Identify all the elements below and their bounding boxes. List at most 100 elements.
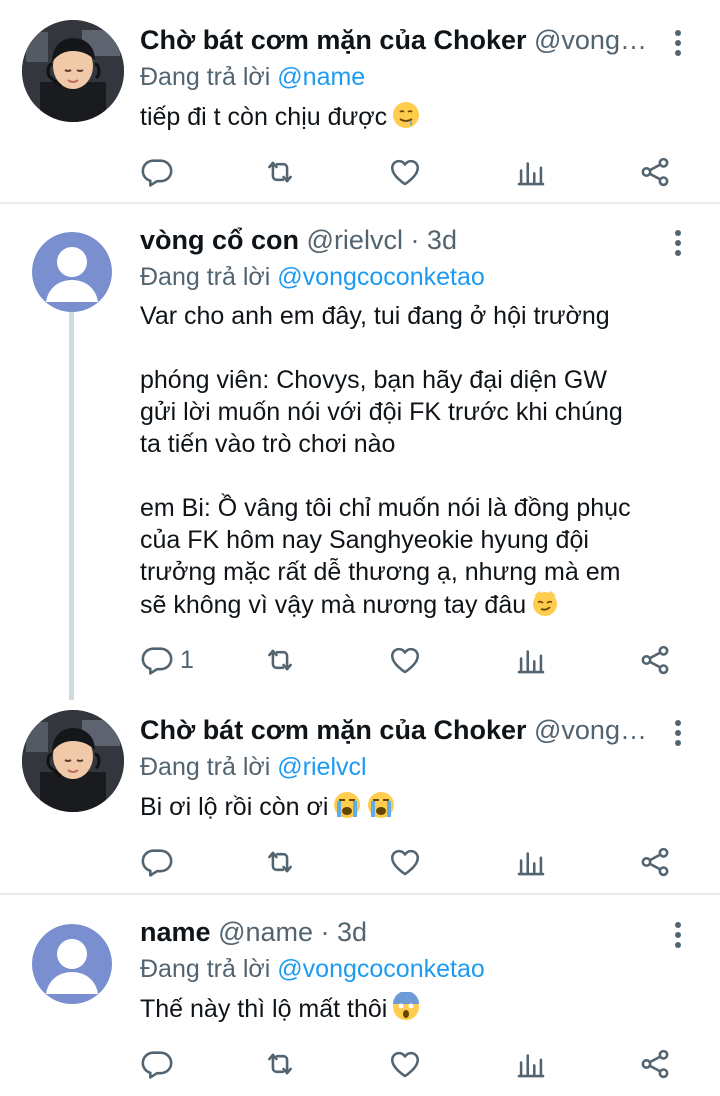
handle-meta: @name · 3d <box>218 917 368 947</box>
drooling-face-emoji <box>393 102 420 128</box>
avatar[interactable] <box>32 232 112 312</box>
reply-button[interactable]: 1 <box>140 640 194 680</box>
mention-link[interactable]: @vongcoconketao <box>277 263 484 291</box>
like-button[interactable] <box>388 1044 422 1084</box>
tweet-paragraph: Var cho anh em đây, tui đang ở hội trườn… <box>140 302 610 330</box>
reply-icon <box>140 155 174 189</box>
share-button[interactable] <box>638 842 672 882</box>
replying-to: Đang trả lời @name <box>140 60 365 94</box>
heart-icon <box>388 643 422 677</box>
tweet-header: name @name · 3d <box>140 912 660 952</box>
avatar-photo <box>22 710 124 812</box>
tweet-paragraph: phóng viên: Chovys, bạn hãy đại diện GW … <box>140 366 623 458</box>
mention-link[interactable]: @rielvcl <box>277 753 366 781</box>
retweet-icon <box>263 155 297 189</box>
action-bar <box>0 842 720 882</box>
avatar-photo <box>22 20 124 122</box>
like-button[interactable] <box>388 842 422 882</box>
tweet-header: vòng cổ con @rielvcl · 3d <box>140 220 660 260</box>
more-options-icon[interactable] <box>666 230 690 260</box>
reply-button[interactable] <box>140 1044 180 1084</box>
mention-link[interactable]: @name <box>277 63 365 91</box>
share-icon <box>638 845 672 879</box>
retweet-icon <box>263 643 297 677</box>
handle-meta: @vongco... <box>534 25 660 55</box>
analytics-button[interactable] <box>514 842 548 882</box>
more-options-icon[interactable] <box>666 30 690 60</box>
retweet-icon <box>263 1047 297 1081</box>
stats-icon <box>514 155 548 189</box>
tweet-3[interactable]: Chờ bát cơm mặn của Choker @vongco... Đa… <box>0 710 720 880</box>
loudly-crying-face-emoji <box>368 792 395 818</box>
stats-icon <box>514 643 548 677</box>
retweet-button[interactable] <box>263 1044 297 1084</box>
action-bar <box>0 152 720 192</box>
handle-meta: @vongco... <box>534 715 660 745</box>
heart-icon <box>388 155 422 189</box>
reply-button[interactable] <box>140 842 180 882</box>
like-button[interactable] <box>388 640 422 680</box>
tweet-paragraph: Bi ơi lộ rồi còn ơi <box>140 793 329 821</box>
tweet-text: Thế này thì lộ mất thôi <box>140 992 700 1025</box>
reply-button[interactable] <box>140 152 180 192</box>
display-name[interactable]: name <box>140 917 211 947</box>
analytics-button[interactable] <box>514 1044 548 1084</box>
retweet-button[interactable] <box>263 152 297 192</box>
replying-prefix: Đang trả lời <box>140 753 271 781</box>
replying-to: Đang trả lời @rielvcl <box>140 750 367 784</box>
tweet-4[interactable]: name @name · 3d Đang trả lời @vongcoconk… <box>0 912 720 1082</box>
share-button[interactable] <box>638 1044 672 1084</box>
reply-icon <box>140 1047 174 1081</box>
tweet-paragraph: tiếp đi t còn chịu được <box>140 103 388 131</box>
tweet-text: tiếp đi t còn chịu được <box>140 100 700 133</box>
display-name[interactable]: Chờ bát cơm mặn của Choker <box>140 715 526 745</box>
default-avatar-icon <box>32 232 112 312</box>
screaming-face-emoji <box>393 992 420 1020</box>
retweet-icon <box>263 845 297 879</box>
replying-prefix: Đang trả lời <box>140 63 271 91</box>
analytics-button[interactable] <box>514 640 548 680</box>
action-bar <box>0 1044 720 1084</box>
retweet-button[interactable] <box>263 842 297 882</box>
heart-icon <box>388 845 422 879</box>
share-icon <box>638 155 672 189</box>
tweet-text: Var cho anh em đây, tui đang ở hội trườn… <box>140 300 700 621</box>
avatar[interactable] <box>22 20 124 122</box>
reply-icon <box>140 845 174 879</box>
share-icon <box>638 643 672 677</box>
avatar[interactable] <box>32 924 112 1004</box>
tweet-paragraph: Thế này thì lộ mất thôi <box>140 995 388 1023</box>
share-button[interactable] <box>638 152 672 192</box>
tweet-1[interactable]: Chờ bát cơm mặn của Choker @vongco... Đa… <box>0 20 720 188</box>
heart-icon <box>388 1047 422 1081</box>
tweet-header: Chờ bát cơm mặn của Choker @vongco... <box>140 710 660 750</box>
tweet-header: Chờ bát cơm mặn của Choker @vongco... <box>140 20 660 60</box>
replying-to: Đang trả lời @vongcoconketao <box>140 260 485 294</box>
avatar[interactable] <box>22 710 124 812</box>
retweet-button[interactable] <box>263 640 297 680</box>
replying-prefix: Đang trả lời <box>140 955 271 983</box>
mention-link[interactable]: @vongcoconketao <box>277 955 484 983</box>
display-name[interactable]: Chờ bát cơm mặn của Choker <box>140 25 526 55</box>
tweet-text: Bi ơi lộ rồi còn ơi <box>140 790 700 823</box>
share-icon <box>638 1047 672 1081</box>
tweet-2[interactable]: vòng cổ con @rielvcl · 3d Đang trả lời @… <box>0 220 720 690</box>
analytics-button[interactable] <box>514 152 548 192</box>
stats-icon <box>514 845 548 879</box>
replying-to: Đang trả lời @vongcoconketao <box>140 952 485 986</box>
handle-meta: @rielvcl · 3d <box>306 225 457 255</box>
default-avatar-icon <box>32 924 112 1004</box>
more-options-icon[interactable] <box>666 720 690 750</box>
reply-count: 1 <box>180 645 194 674</box>
smirking-cat-emoji <box>533 591 558 616</box>
display-name[interactable]: vòng cổ con <box>140 225 299 255</box>
action-bar: 1 <box>0 640 720 680</box>
loudly-crying-face-emoji <box>334 792 361 818</box>
share-button[interactable] <box>638 640 672 680</box>
more-options-icon[interactable] <box>666 922 690 952</box>
like-button[interactable] <box>388 152 422 192</box>
replying-prefix: Đang trả lời <box>140 263 271 291</box>
divider <box>0 893 720 895</box>
divider <box>0 202 720 204</box>
stats-icon <box>514 1047 548 1081</box>
